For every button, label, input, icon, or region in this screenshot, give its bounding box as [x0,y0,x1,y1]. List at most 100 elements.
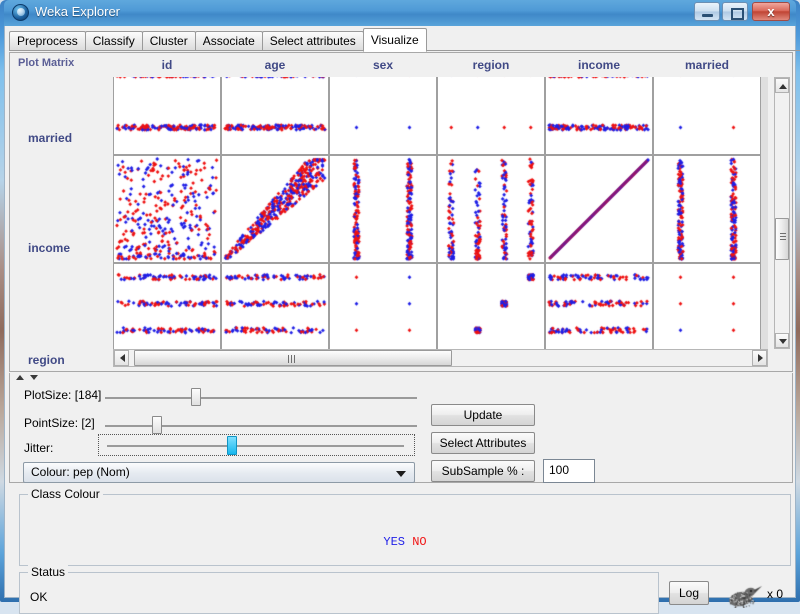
scatter-canvas [330,264,436,349]
tab-associate[interactable]: Associate [194,31,263,51]
jitter-slider[interactable] [98,434,415,456]
matrix-row-label-income: income [28,241,71,255]
matrix-cell-income-vs-income[interactable] [545,155,653,263]
tab-select-attributes[interactable]: Select attributes [261,31,364,51]
scatter-canvas [654,77,760,154]
matrix-cell-married-vs-age[interactable] [221,77,329,155]
status-legend: Status [28,565,69,579]
weka-bird-icon[interactable] [721,582,763,608]
matrix-grid[interactable] [113,77,768,349]
pointsize-label: PointSize: [2] [24,416,95,430]
scatter-canvas [330,156,436,262]
triangle-left-icon [120,354,125,362]
panel-splitter[interactable] [9,373,793,383]
tab-cluster[interactable]: Cluster [141,31,196,51]
scatter-canvas [222,156,328,262]
matrix-col-label-region: region [472,58,510,72]
triangle-right-icon [758,354,763,362]
matrix-col-label-id: id [161,58,173,72]
scatter-canvas [546,156,652,262]
subsample-input[interactable]: 100 [543,459,595,483]
matrix-cell-income-vs-age[interactable] [221,155,329,263]
class-colour-legend: Class Colour [28,487,103,501]
scatter-canvas [654,264,760,349]
splitter-up-icon[interactable] [16,375,24,380]
update-button[interactable]: Update [431,404,535,426]
matrix-cell-married-vs-region[interactable] [437,77,545,155]
close-icon: x [767,4,775,19]
matrix-cell-married-vs-id[interactable] [113,77,221,155]
class-value-no[interactable]: NO [412,535,426,549]
matrix-col-label-married: married [684,58,730,72]
pointsize-slider-thumb[interactable] [152,416,162,434]
scroll-right-arrow[interactable] [752,350,767,366]
weka-logo-icon [12,4,29,21]
matrix-cell-married-vs-sex[interactable] [329,77,437,155]
matrix-cell-income-vs-married[interactable] [653,155,761,263]
scroll-grip-icon [288,355,295,363]
log-button[interactable]: Log [669,581,709,605]
scatter-canvas [114,77,220,154]
scroll-left-arrow[interactable] [114,350,129,366]
colour-dropdown[interactable]: Colour: pep (Nom) [23,462,415,483]
class-colour-values: YES NO [20,535,790,549]
matrix-cell-region-vs-region[interactable] [437,263,545,349]
scatter-canvas [546,77,652,154]
matrix-cell-region-vs-income[interactable] [545,263,653,349]
plotsize-slider-track[interactable] [105,397,417,399]
matrix-cell-region-vs-age[interactable] [221,263,329,349]
matrix-cell-region-vs-married[interactable] [653,263,761,349]
matrix-row-label-married: married [28,131,73,145]
window-title: Weka Explorer [35,4,121,19]
matrix-cell-region-vs-sex[interactable] [329,263,437,349]
jitter-slider-track[interactable] [107,445,404,447]
title-bar[interactable]: Weka Explorer x [4,0,796,26]
close-button[interactable]: x [752,2,790,21]
tab-visualize[interactable]: Visualize [362,28,427,52]
matrix-cell-region-vs-id[interactable] [113,263,221,349]
jitter-slider-thumb[interactable] [227,436,237,455]
scatter-canvas [222,264,328,349]
class-value-yes[interactable]: YES [383,535,405,549]
triangle-up-icon [779,84,787,89]
matrix-row-label-region: region [28,353,65,367]
scatter-canvas [546,264,652,349]
class-colour-group: Class Colour YES NO [19,487,791,566]
vertical-scroll-thumb[interactable] [775,218,789,260]
splitter-down-icon[interactable] [30,375,38,380]
minimize-icon [695,3,719,20]
scatter-canvas [438,264,544,349]
tab-preprocess[interactable]: Preprocess [9,31,86,51]
plotsize-label: PlotSize: [184] [24,388,102,402]
scroll-up-arrow[interactable] [775,78,789,93]
plot-matrix-title: Plot Matrix [18,57,75,69]
matrix-vertical-scrollbar[interactable] [774,77,790,349]
tab-bar: Preprocess Classify Cluster Associate Select… [5,28,795,52]
plotsize-slider-thumb[interactable] [191,388,201,406]
maximize-button[interactable] [722,2,748,21]
matrix-horizontal-scrollbar[interactable] [113,349,768,367]
status-group: Status OK [19,565,659,614]
horizontal-scroll-thumb[interactable] [134,350,452,366]
subsample-button[interactable]: SubSample % : [431,460,535,482]
scatter-canvas [222,77,328,154]
matrix-cell-married-vs-married[interactable] [653,77,761,155]
tab-classify[interactable]: Classify [84,31,143,51]
matrix-cell-married-vs-income[interactable] [545,77,653,155]
matrix-cell-income-vs-region[interactable] [437,155,545,263]
jitter-label: Jitter: [24,441,54,455]
bird-count-label: x 0 [767,587,784,601]
scatter-canvas [438,156,544,262]
select-attributes-button[interactable]: Select Attributes [431,432,535,454]
scatter-canvas [654,156,760,262]
matrix-cell-income-vs-sex[interactable] [329,155,437,263]
scatter-canvas [114,264,220,349]
scroll-grip-icon [780,233,786,240]
triangle-down-icon [779,339,787,344]
scatter-canvas [438,77,544,154]
scroll-down-arrow[interactable] [775,333,789,348]
client-area: Preprocess Classify Cluster Associate Select… [4,26,800,614]
matrix-cell-income-vs-id[interactable] [113,155,221,263]
minimize-button[interactable] [694,2,720,21]
maximize-icon [723,3,747,20]
